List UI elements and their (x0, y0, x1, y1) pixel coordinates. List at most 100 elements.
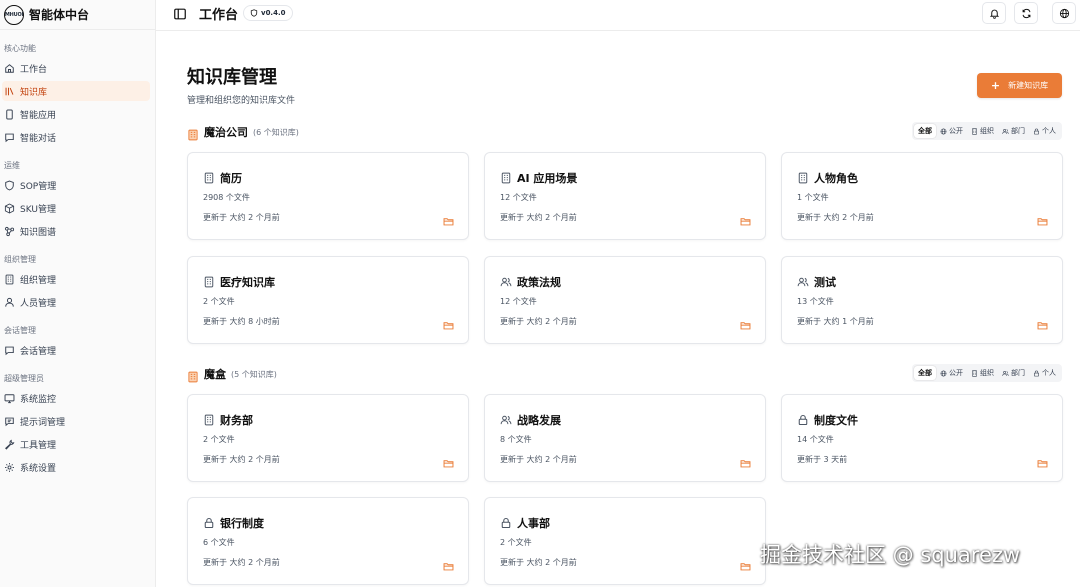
filter-tab[interactable]: 个人 (1029, 124, 1060, 138)
card-file-count: 2 个文件 (203, 435, 235, 444)
filter-label: 全部 (918, 127, 932, 135)
filter-tab[interactable]: 公开 (936, 366, 967, 380)
new-knowledge-base-button[interactable]: + 新建知识库 (977, 73, 1062, 98)
sidebar-item[interactable]: 工作台 (2, 58, 150, 78)
users-icon (500, 414, 512, 426)
sidebar-item[interactable]: 工具管理 (2, 434, 150, 454)
sidebar-item[interactable]: 提示词管理 (2, 411, 150, 431)
sidebar-item[interactable]: 人员管理 (2, 292, 150, 312)
sidebar-item[interactable]: 组织管理 (2, 269, 150, 289)
brand-name: 智能体中台 (29, 8, 90, 22)
card-title-text: 医疗知识库 (220, 276, 275, 289)
filter-tab[interactable]: 公开 (936, 124, 967, 138)
folder-icon[interactable] (1037, 454, 1048, 468)
sidebar-section: 运维 SOP管理 SKU管理 知识图谱 (0, 159, 155, 241)
filter-tab[interactable]: 部门 (998, 366, 1029, 380)
sidebar-toggle-icon[interactable] (173, 6, 187, 20)
filter-label: 部门 (1011, 369, 1025, 377)
filter-tab[interactable]: 部门 (998, 124, 1029, 138)
users-icon (500, 276, 512, 288)
group-name: 魔盒 (204, 368, 226, 381)
card-title: 测试 (797, 274, 836, 290)
building-icon (187, 368, 199, 383)
prompt-icon (4, 416, 15, 427)
card-title: 人事部 (500, 515, 550, 531)
lock-icon (1033, 128, 1040, 135)
filter-tab[interactable]: 组织 (967, 124, 998, 138)
card-updated: 更新于 大约 2 个月前 (500, 213, 577, 222)
folder-icon[interactable] (443, 454, 454, 468)
sidebar-section: 组织管理 组织管理 人员管理 (0, 253, 155, 312)
brand[interactable]: MHUOI 智能体中台 (0, 0, 155, 30)
card-file-count: 6 个文件 (203, 538, 235, 547)
folder-icon[interactable] (443, 316, 454, 330)
card-file-count: 1 个文件 (797, 193, 829, 202)
sidebar-item[interactable]: SKU管理 (2, 198, 150, 218)
knowledge-base-card[interactable]: 战略发展 8 个文件 更新于 大约 2 个月前 (484, 394, 766, 482)
sidebar-item[interactable]: 知识图谱 (2, 221, 150, 241)
globe-icon (940, 370, 947, 377)
filter-label: 组织 (980, 369, 994, 377)
card-title-text: AI 应用场景 (517, 172, 578, 185)
library-icon (4, 86, 15, 97)
graph-icon (4, 226, 15, 237)
sidebar-item[interactable]: 智能对话 (2, 127, 150, 147)
sidebar-item[interactable]: 智能应用 (2, 104, 150, 124)
filter-tab[interactable]: 全部 (914, 124, 936, 138)
filter-label: 个人 (1042, 369, 1056, 377)
folder-icon[interactable] (443, 557, 454, 571)
sidebar-section: 会话管理 会话管理 (0, 324, 155, 360)
notification-button[interactable] (982, 2, 1006, 24)
card-title-text: 政策法规 (517, 276, 561, 289)
knowledge-base-card[interactable]: 医疗知识库 2 个文件 更新于 大约 8 小时前 (187, 256, 469, 344)
knowledge-base-card[interactable]: 测试 13 个文件 更新于 大约 1 个月前 (781, 256, 1063, 344)
sidebar-section-title: 组织管理 (4, 255, 36, 264)
card-file-count: 12 个文件 (500, 193, 537, 202)
knowledge-base-card[interactable]: 制度文件 14 个文件 更新于 3 天前 (781, 394, 1063, 482)
sidebar-section: 超级管理员 系统监控 提示词管理 工具管理 系统设置 (0, 372, 155, 477)
card-file-count: 13 个文件 (797, 297, 834, 306)
folder-icon[interactable] (443, 212, 454, 226)
phone-icon (4, 109, 15, 120)
refresh-icon (1022, 8, 1030, 18)
sidebar-item[interactable]: 系统监控 (2, 388, 150, 408)
knowledge-base-card[interactable]: 人物角色 1 个文件 更新于 大约 2 个月前 (781, 152, 1063, 240)
sidebar-item[interactable]: 会话管理 (2, 340, 150, 360)
building-icon (203, 172, 215, 184)
language-button[interactable] (1052, 2, 1076, 24)
filter-tab[interactable]: 个人 (1029, 366, 1060, 380)
card-file-count: 14 个文件 (797, 435, 834, 444)
box-icon (4, 203, 15, 214)
folder-icon[interactable] (740, 454, 751, 468)
knowledge-base-card[interactable]: 政策法规 12 个文件 更新于 大约 2 个月前 (484, 256, 766, 344)
knowledge-base-card[interactable]: AI 应用场景 12 个文件 更新于 大约 2 个月前 (484, 152, 766, 240)
card-title: 银行制度 (203, 515, 264, 531)
building-icon (187, 126, 199, 141)
sidebar-item[interactable]: 系统设置 (2, 457, 150, 477)
wrench-icon (4, 439, 15, 450)
version-text: v0.4.0 (261, 9, 286, 17)
card-title-text: 财务部 (220, 414, 253, 427)
home-icon (4, 63, 15, 74)
brand-logo: MHUOI (4, 4, 24, 25)
refresh-button[interactable] (1014, 2, 1038, 24)
filter-tab[interactable]: 组织 (967, 366, 998, 380)
card-file-count: 12 个文件 (500, 297, 537, 306)
sidebar-item-label: 智能对话 (20, 133, 57, 144)
folder-icon[interactable] (740, 557, 751, 571)
folder-icon[interactable] (740, 316, 751, 330)
sidebar-item[interactable]: SOP管理 (2, 175, 150, 195)
knowledge-base-card[interactable]: 财务部 2 个文件 更新于 大约 2 个月前 (187, 394, 469, 482)
knowledge-base-card[interactable]: 银行制度 6 个文件 更新于 大约 2 个月前 (187, 497, 469, 585)
sidebar-item-label: 会话管理 (20, 346, 57, 357)
group-count: (5 个知识库) (231, 369, 277, 379)
folder-icon[interactable] (740, 212, 751, 226)
sidebar-item[interactable]: 知识库 (2, 81, 150, 101)
folder-icon[interactable] (1037, 316, 1048, 330)
filter-tab[interactable]: 全部 (914, 366, 936, 380)
knowledge-base-card[interactable]: 人事部 2 个文件 更新于 大约 2 个月前 (484, 497, 766, 585)
folder-icon[interactable] (1037, 212, 1048, 226)
filter-label: 公开 (949, 369, 963, 377)
knowledge-base-card[interactable]: 简历 2908 个文件 更新于 大约 2 个月前 (187, 152, 469, 240)
card-updated: 更新于 大约 1 个月前 (797, 317, 874, 326)
